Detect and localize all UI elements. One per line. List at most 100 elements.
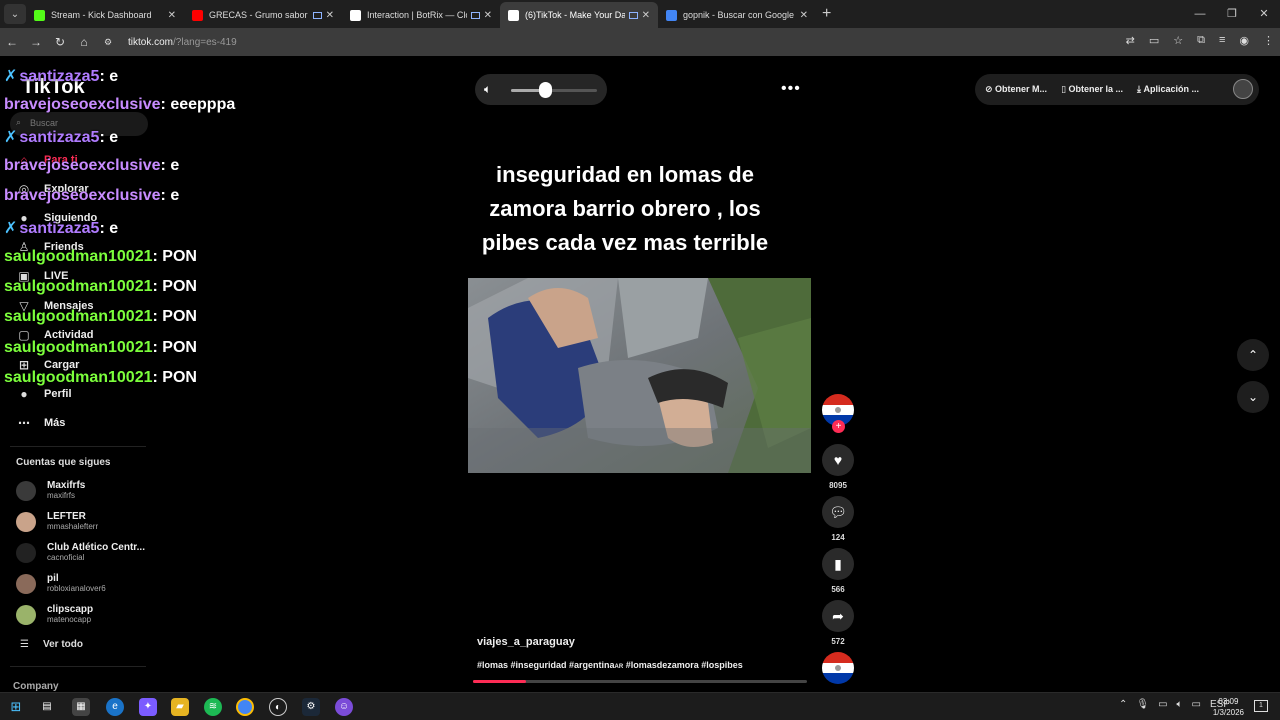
video-player[interactable]	[468, 278, 811, 473]
start-windows-icon[interactable]: ⊞	[7, 698, 25, 716]
chat-text: : e	[99, 68, 119, 85]
speaker-icon[interactable]: 🔈︎	[484, 82, 491, 97]
windows-taskbar: ⊞ ▤ ▦ e ✦ ▰ ≋ ◐ ⚙ ☺ ⌃ 🎙︎ ▭ 🔈︎ ▭ ESP 03:0…	[0, 692, 1280, 720]
volume-slider[interactable]	[511, 89, 597, 92]
browser-tab[interactable]: Stream - Kick Dashboard ✕	[26, 2, 184, 28]
get-coins-button[interactable]: ⊘ Obtener M...	[985, 84, 1047, 95]
browser-tab[interactable]: gopnik - Buscar con Google ✕	[658, 2, 816, 28]
more-options-icon[interactable]: •••	[781, 80, 801, 98]
store-icon[interactable]: ▦	[72, 698, 90, 716]
extensions-icon[interactable]: ⧉	[1197, 34, 1205, 47]
obs-icon[interactable]: ◐	[269, 698, 287, 716]
profile-avatar-icon[interactable]: ◉	[1239, 34, 1249, 47]
sidebar-item-perfil[interactable]: ● Perfil	[16, 386, 71, 402]
network-icon[interactable]: ▭	[1158, 699, 1167, 710]
copilot-icon[interactable]: ✦	[139, 698, 157, 716]
volume-knob[interactable]	[539, 82, 553, 98]
previous-video-button[interactable]: ⌃	[1237, 339, 1269, 371]
chrome-icon[interactable]	[236, 698, 254, 716]
bookmark-star-icon[interactable]: ☆	[1173, 34, 1183, 47]
volume-icon[interactable]: 🔈︎	[1177, 699, 1183, 710]
new-tab-button[interactable]: +	[822, 5, 831, 23]
site-info-icon[interactable]: ⚙	[96, 37, 120, 48]
followed-account[interactable]: pil robloxianalover6	[16, 573, 106, 594]
avatar	[16, 480, 36, 501]
battery-icon[interactable]: ▭	[1192, 699, 1201, 710]
google-icon	[666, 9, 677, 21]
share-button[interactable]: ➦	[822, 600, 854, 632]
video-author[interactable]: viajes_a_paraguay	[477, 636, 575, 648]
steam-icon[interactable]: ⚙	[302, 698, 320, 716]
chat-username: santizaza5	[19, 128, 100, 146]
browser-tab[interactable]: Interaction | BotRix — Clou ✕	[342, 2, 500, 28]
user-avatar[interactable]	[1233, 79, 1253, 99]
reload-button[interactable]: ↻	[48, 35, 72, 49]
microphone-icon[interactable]: 🎙︎	[1136, 699, 1149, 710]
video-progress-bar[interactable]	[473, 680, 807, 683]
followed-account[interactable]: LEFTER mmashalefterr	[16, 511, 98, 532]
browser-tab[interactable]: (6)TikTok - Make Your Day ✕	[500, 2, 658, 28]
reading-list-icon[interactable]: ≡	[1219, 34, 1225, 47]
sound-avatar[interactable]	[822, 652, 854, 684]
badge-icon: ✗	[4, 219, 18, 237]
chat-message: bravejoseoexclusive: e	[4, 157, 179, 175]
tab-close-button[interactable]: ✕	[642, 10, 650, 21]
top-actions: ⊘ Obtener M... ▯ Obtener la ... ⤓ Aplica…	[975, 74, 1259, 105]
discord-icon[interactable]: ☺	[335, 698, 353, 716]
edge-icon[interactable]: e	[106, 698, 124, 716]
video-progress-fill	[473, 680, 527, 683]
account-handle: matenocapp	[47, 615, 92, 624]
task-view-icon[interactable]: ▤	[38, 698, 56, 716]
like-button[interactable]: ♥	[822, 444, 854, 476]
spotify-icon[interactable]: ≋	[204, 698, 222, 716]
restore-button[interactable]: ❐	[1216, 0, 1248, 28]
followed-account[interactable]: Club Atlético Centr... cacnoficial	[16, 542, 145, 563]
desktop-app-button[interactable]: ⤓ Aplicación ...	[1137, 84, 1199, 95]
tab-search-button[interactable]: ⌄	[4, 4, 26, 24]
file-explorer-icon[interactable]: ▰	[171, 698, 189, 716]
chat-message: bravejoseoexclusive: e	[4, 187, 179, 205]
tab-close-button[interactable]: ✕	[800, 10, 808, 21]
chat-text: : PON	[152, 278, 197, 296]
video-hashtags[interactable]: #lomas #inseguridad #argentinaAR #lomasd…	[477, 660, 743, 670]
followed-account[interactable]: clipscapp matenocapp	[16, 604, 93, 625]
heart-icon: ♥	[833, 452, 843, 468]
tab-close-button[interactable]: ✕	[484, 10, 492, 21]
tab-title: (6)TikTok - Make Your Day	[525, 10, 625, 20]
next-video-button[interactable]: ⌄	[1237, 381, 1269, 413]
tab-close-button[interactable]: ✕	[168, 10, 176, 21]
tab-close-button[interactable]: ✕	[326, 10, 334, 21]
home-button[interactable]: ⌂	[72, 35, 96, 49]
get-app-button[interactable]: ▯ Obtener la ...	[1061, 84, 1123, 95]
close-window-button[interactable]: ✕	[1248, 0, 1280, 28]
tab-sharing-icon	[628, 11, 638, 19]
followed-account[interactable]: Maxifrfs maxifrfs	[16, 480, 85, 501]
follow-plus-button[interactable]: +	[832, 420, 845, 433]
chat-text: : e	[99, 128, 119, 146]
save-button[interactable]: ▮	[822, 548, 854, 580]
company-link[interactable]: Company	[13, 681, 59, 692]
forward-button[interactable]: →	[24, 35, 48, 49]
chat-username: saulgoodman10021	[4, 338, 153, 356]
tray-expand-icon[interactable]: ⌃	[1119, 699, 1127, 710]
avatar	[16, 542, 36, 563]
browser-tab[interactable]: GRECAS - Grumo sabor fue ✕	[184, 2, 342, 28]
following-header: Cuentas que sigues	[16, 457, 111, 468]
comment-button[interactable]: 💬︎	[822, 496, 854, 528]
chat-username: saulgoodman10021	[4, 369, 153, 386]
account-handle: robloxianalover6	[47, 584, 106, 593]
minimize-button[interactable]: —	[1184, 0, 1216, 28]
translate-icon[interactable]: ⇄	[1126, 34, 1135, 47]
tab-title: Stream - Kick Dashboard	[51, 10, 152, 20]
sidebar-item-ms[interactable]: ⋯ Más	[16, 415, 65, 431]
badge-icon: ✗	[4, 68, 18, 85]
browser-menu-icon[interactable]: ⋮	[1263, 34, 1274, 47]
see-all-button[interactable]: ☰ Ver todo	[20, 639, 83, 650]
avatar	[16, 573, 36, 594]
url-field[interactable]: tiktok.com/?lang=es-419	[128, 37, 237, 48]
cast-icon[interactable]: ▭	[1149, 34, 1159, 47]
system-clock[interactable]: 03:09 1/3/2026	[1213, 696, 1244, 718]
back-button[interactable]: ←	[0, 35, 24, 49]
notifications-button[interactable]: 1	[1254, 700, 1268, 712]
botrix-icon	[350, 9, 361, 21]
